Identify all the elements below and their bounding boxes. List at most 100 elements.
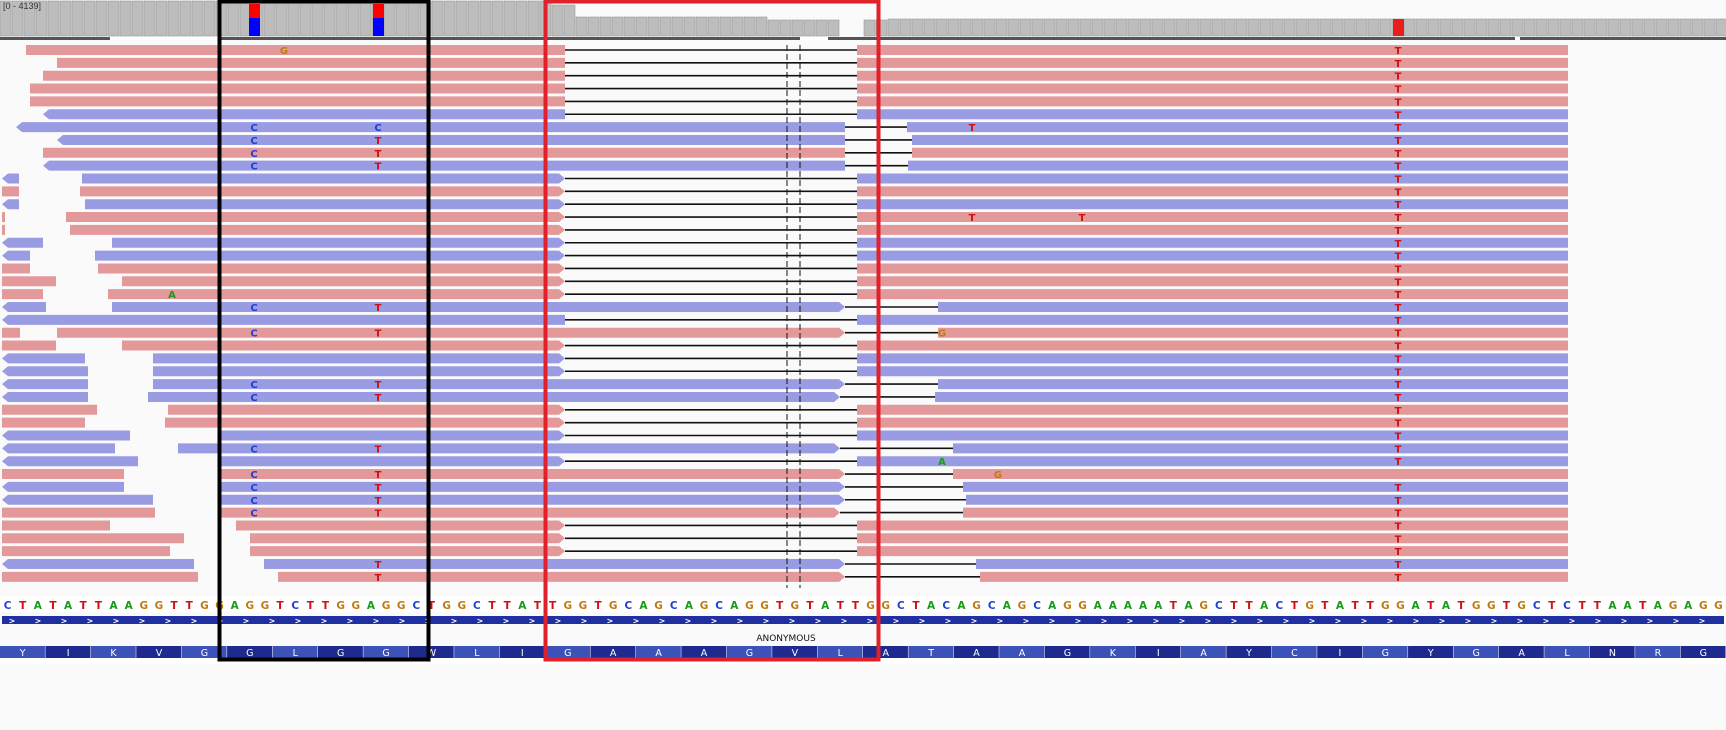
- read-segment: [112, 302, 845, 312]
- read-segment: [857, 546, 1568, 557]
- strand-arrow-glyph: >: [347, 617, 354, 626]
- coverage-bar: [887, 18, 900, 37]
- read-mismatch-base: T: [969, 123, 976, 134]
- read-segment: [2, 366, 88, 377]
- coverage-bar: [947, 18, 960, 37]
- strand-arrow-glyph: >: [997, 617, 1004, 626]
- strand-arrow-glyph: >: [1699, 617, 1706, 626]
- coverage-bar: [227, 0, 240, 37]
- read-segment: [857, 404, 1568, 415]
- coverage-bar: [1631, 18, 1644, 37]
- read-mismatch-base: T: [1395, 329, 1402, 340]
- reference-base: A: [1442, 600, 1451, 612]
- coverage-bar: [1079, 18, 1092, 37]
- amino-acid-letter: A: [1019, 648, 1026, 659]
- reference-base: T: [549, 600, 557, 612]
- amino-acid-letter: G: [246, 648, 253, 659]
- coverage-bar: [431, 0, 444, 37]
- coverage-bar: [707, 16, 720, 37]
- read-segment: [220, 494, 845, 505]
- strand-arrow-glyph: >: [659, 617, 666, 626]
- coverage-bar: [95, 0, 108, 37]
- coverage-bar: [1715, 18, 1726, 37]
- coverage-bar: [1655, 18, 1668, 37]
- reference-base: T: [19, 600, 27, 612]
- read-mismatch-base: T: [1395, 200, 1402, 211]
- read-mismatch-base: T: [1395, 290, 1402, 301]
- coverage-bar: [287, 0, 300, 37]
- read-mismatch-base: T: [1395, 97, 1402, 108]
- reference-base: A: [64, 600, 73, 612]
- reference-base: G: [1699, 600, 1708, 612]
- coverage-bar: [1367, 18, 1380, 37]
- read-segment: [57, 134, 845, 145]
- coverage-bar: [575, 16, 588, 37]
- coverage-bar: [587, 16, 600, 37]
- read-segment: [2, 456, 138, 467]
- amino-acid-letter: A: [1200, 648, 1207, 659]
- read-segment: [2, 417, 85, 428]
- amino-acid-letter: G: [201, 648, 208, 659]
- coverage-bar: [1007, 18, 1020, 37]
- strand-arrow-glyph: >: [815, 617, 822, 626]
- coverage-bar: [1595, 18, 1608, 37]
- amino-acid-letter: A: [701, 648, 708, 659]
- read-segment: [57, 327, 845, 338]
- coverage-bar: [311, 0, 324, 37]
- strand-arrow-glyph: >: [971, 617, 978, 626]
- read-mismatch-base: T: [1395, 110, 1402, 121]
- coverage-bar: [1463, 18, 1476, 37]
- read-segment: [95, 250, 565, 261]
- reference-base: G: [397, 600, 406, 612]
- amino-acid-letter: N: [1609, 648, 1616, 659]
- coverage-bar: [1223, 18, 1236, 37]
- reference-base: G: [1078, 600, 1087, 612]
- reference-base: G: [1381, 600, 1390, 612]
- coverage-bar: [863, 19, 876, 37]
- read-mismatch-base: T: [1395, 509, 1402, 520]
- reference-base: A: [1094, 600, 1103, 612]
- reference-base: T: [1427, 600, 1435, 612]
- coverage-mismatch-bar: [249, 18, 260, 36]
- amino-acid-letter: Y: [1245, 648, 1252, 659]
- coverage-bar: [1535, 18, 1548, 37]
- read-segment: [2, 404, 97, 415]
- read-mismatch-base: C: [250, 483, 257, 494]
- read-segment: [178, 443, 840, 454]
- read-segment: [98, 263, 565, 274]
- coverage-bar: [491, 0, 504, 37]
- read-mismatch-base: T: [375, 149, 382, 160]
- read-segment: [220, 469, 845, 480]
- coverage-baseline: [0, 37, 1726, 40]
- read-mismatch-base: C: [250, 303, 257, 314]
- strand-arrow-glyph: >: [1387, 617, 1394, 626]
- coverage-bar: [1295, 18, 1308, 37]
- read-mismatch-base: T: [1395, 123, 1402, 134]
- read-mismatch-base: T: [1395, 277, 1402, 288]
- reference-base: T: [1579, 600, 1587, 612]
- read-mismatch-base: T: [375, 136, 382, 147]
- coverage-bar: [1415, 18, 1428, 37]
- read-mismatch-base: T: [969, 213, 976, 224]
- coverage-bar: [635, 16, 648, 37]
- read-segment: [857, 456, 1568, 467]
- strand-arrow-glyph: >: [945, 617, 952, 626]
- read-mismatch-base: T: [1395, 252, 1402, 263]
- strand-arrow-glyph: >: [35, 617, 42, 626]
- coverage-bar: [515, 0, 528, 37]
- alignment-track-canvas[interactable]: G TTTTTTC C T TC T TC T TC T TTTTT T TTTTTTA TC T TTC T G…: [0, 0, 1726, 730]
- coverage-bar: [179, 0, 192, 37]
- reference-base: T: [776, 600, 784, 612]
- strand-arrow-glyph: >: [1621, 617, 1628, 626]
- coverage-bar: [1091, 18, 1104, 37]
- read-segment: [108, 289, 565, 300]
- coverage-bar: [407, 0, 420, 37]
- coverage-bar: [203, 0, 216, 37]
- coverage-baseline-gap: [1515, 37, 1520, 40]
- reference-base: T: [504, 600, 512, 612]
- amino-acid-letter: V: [792, 648, 799, 659]
- read-mismatch-base: C: [250, 162, 257, 173]
- read-segment: [857, 45, 1568, 55]
- coverage-baseline-gap: [110, 37, 220, 40]
- read-mismatch-base: C: [250, 444, 257, 455]
